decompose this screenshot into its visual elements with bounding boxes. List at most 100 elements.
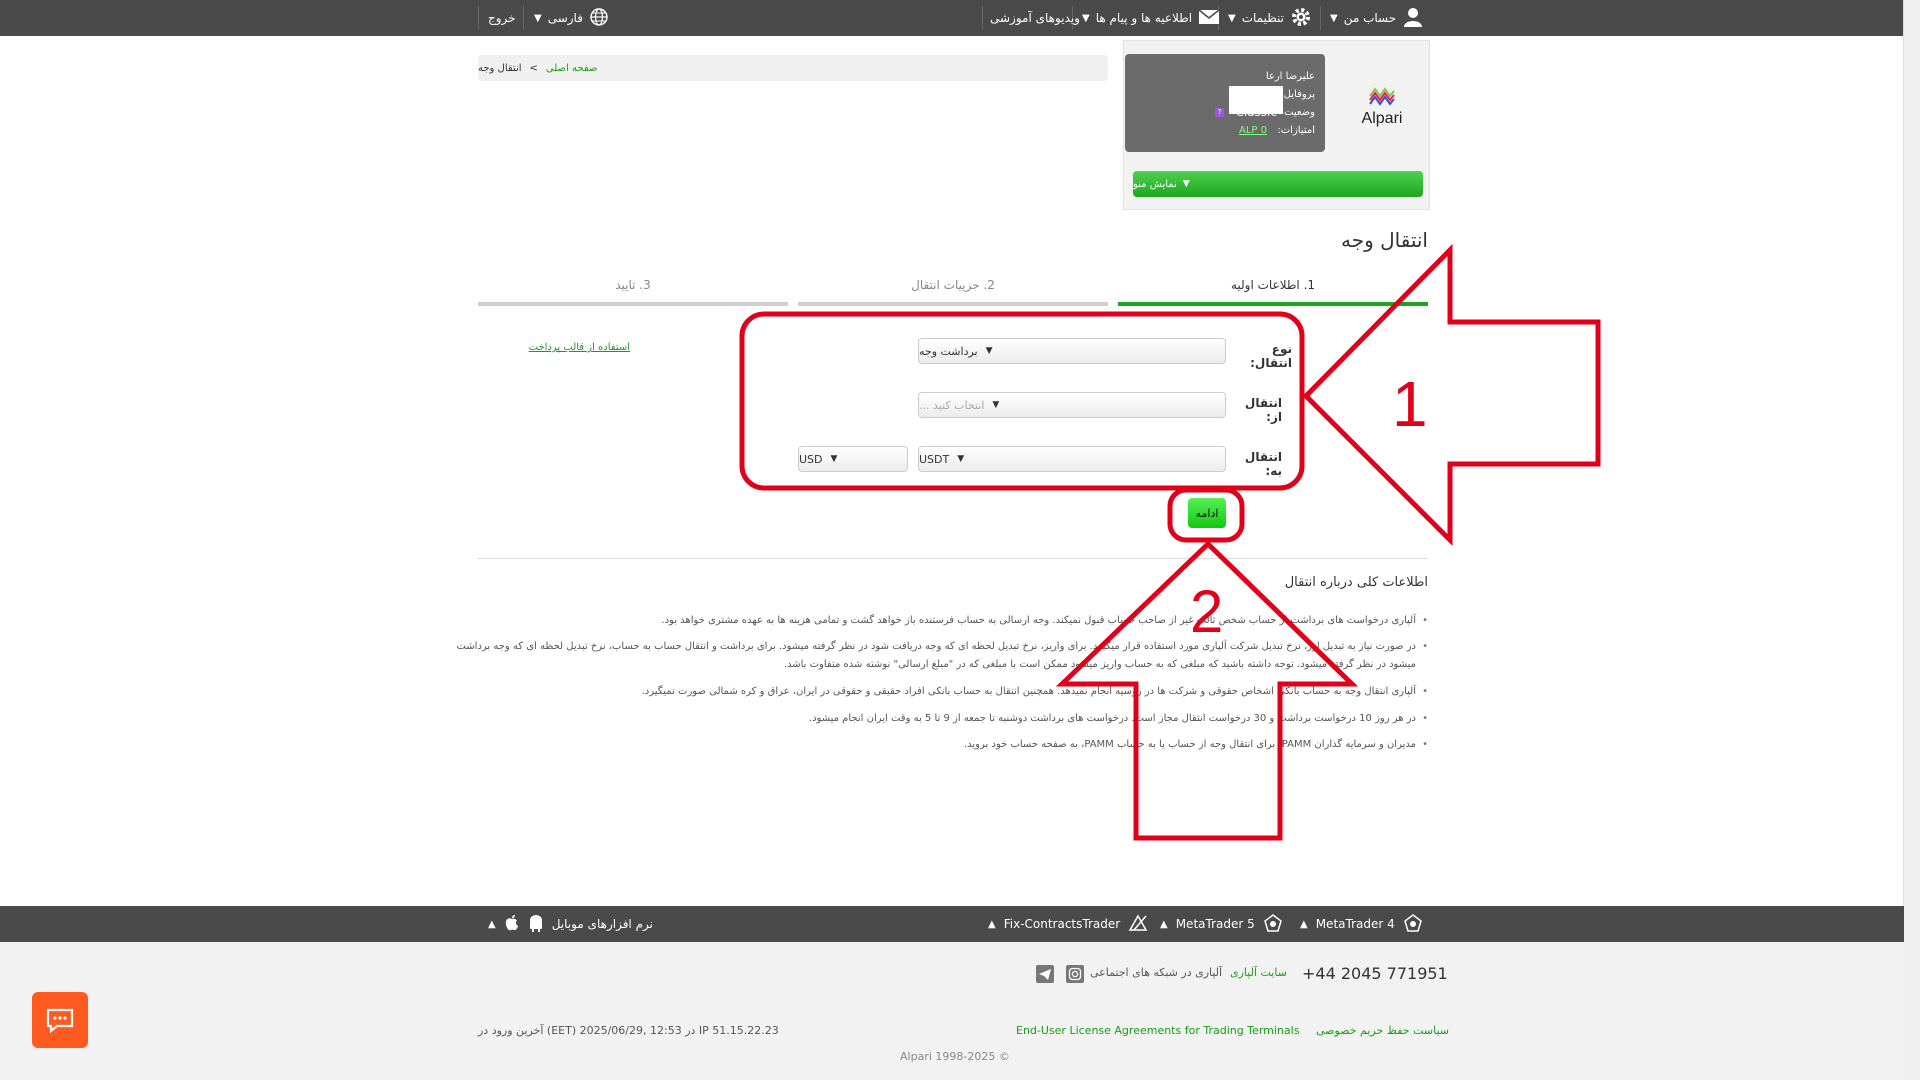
chat-icon [46,1008,74,1033]
points-label: امتیازات: [1277,125,1315,136]
eula-link[interactable]: End-User License Agreements for Trading … [1016,1024,1299,1037]
info-item: آلپاری انتقال وجه به حساب بانکی اشخاص حق… [642,683,1429,701]
metatrader4-menu[interactable]: MetaTrader 4 ▲ [1300,906,1423,942]
breadcrumb-separator: > [529,62,538,74]
tab-transfer-details-indicator [798,302,1108,306]
breadcrumb-current: انتقال وجه [478,62,522,74]
language-label: فارسی [547,11,583,25]
alpari-logo-text: Alpari [1361,110,1403,127]
chevron-down-icon: ▼ [985,346,993,356]
fix-trader-label: Fix-ContractsTrader [1003,917,1121,931]
metatrader5-label: MetaTrader 5 [1175,917,1255,931]
logout-link[interactable]: خروج [488,0,516,36]
chevron-down-icon: ▼ [1082,12,1090,24]
support-phone[interactable]: +44 2045 771951 [1302,964,1448,983]
status-label: وضعیت [1284,107,1315,118]
breadcrumb: صفحه اصلی > انتقال وجه [478,55,1108,81]
user-icon [1402,6,1424,31]
chevron-up-icon: ▲ [1160,918,1168,930]
transfer-from-label: انتقال از: [1244,396,1282,424]
chevron-up-icon: ▲ [488,918,496,930]
divider [523,6,524,30]
tab-confirm-indicator [478,302,788,306]
info-item-continuation: میشود در نظر گرفته میشود. توجه داشته باش… [783,659,1416,670]
chevron-down-icon: ▼ [992,400,1000,410]
last-login-info: آخرین ورود در (EET) در 12:53 ,2025/06/29… [478,1024,779,1037]
chevron-down-icon: ▼ [1228,12,1236,24]
metatrader5-menu[interactable]: MetaTrader 5 ▲ [1160,906,1283,942]
page-title: انتقال وجه [1340,228,1428,252]
mobile-apps-menu[interactable]: نرم افزارهای موبایل ▲ [488,906,653,942]
tutorial-videos-link[interactable]: ویدیوهای آموزشی [990,0,1080,36]
profile-label: پروفایل [1283,89,1315,100]
info-item: مدیران و سرمایه گذاران PAMM: برای انتقال… [964,736,1428,754]
gear-icon [1290,6,1312,31]
platforms-bar [0,906,1904,942]
logout-label: خروج [488,11,516,25]
chevron-up-icon: ▲ [988,918,996,930]
transfer-type-select[interactable]: ▼ برداشت وجه [918,338,1226,364]
breadcrumb-home-link[interactable]: صفحه اصلی [546,63,597,74]
transfer-to-label: انتقال به: [1244,450,1282,478]
android-icon [528,914,544,935]
profile-name: علیرضا ارعا [1265,71,1315,82]
settings-menu[interactable]: تنظیمات ▼ [1228,0,1312,36]
settings-label: تنظیمات [1241,11,1285,25]
show-menu-button[interactable]: ▼ نمایش منو [1133,171,1423,197]
points-link[interactable]: ALP 0 [1239,125,1267,136]
transfer-type-label: نوع انتقال: [1250,342,1292,370]
top-navigation-bar [0,0,1904,36]
currency-value: USD [799,452,823,466]
currency-select[interactable]: ▼ USD [798,446,908,472]
language-selector[interactable]: فارسی ▼ [534,0,609,36]
notifications-menu[interactable]: اطلاعیه ها و پیام ها ▼ [1082,0,1220,36]
info-title: اطلاعات کلی درباره انتقال [1284,575,1428,590]
info-item: در صورت نیاز به تبدیل ارز، نرخ تبدیل شرک… [456,638,1427,656]
alpari-logo[interactable]: Alpari [1357,84,1407,128]
mobile-apps-label: نرم افزارهای موبایل [551,917,653,931]
videos-label: ویدیوهای آموزشی [990,11,1080,25]
chevron-down-icon: ▼ [957,454,965,464]
transfer-to-value: USDT [919,452,950,466]
section-divider [478,558,1428,559]
chat-button[interactable] [32,992,88,1048]
account-label: حساب من [1343,11,1397,25]
chevron-up-icon: ▲ [1300,918,1308,930]
continue-button[interactable]: ادامه [1188,498,1226,528]
transfer-from-select[interactable]: ▼ انتخاب کنید ... [918,392,1226,418]
chevron-down-icon: ▼ [830,454,838,464]
help-icon[interactable]: ? [1215,108,1224,117]
transfer-to-select[interactable]: ▼ USDT [918,446,1226,472]
divider [478,6,479,30]
tab-initial-info-indicator [1118,302,1428,306]
chevron-down-icon: ▼ [1182,179,1190,189]
social-networks-label: آلپاری در شبکه های اجتماعی [1090,966,1223,979]
alpari-logo-icon [1369,87,1395,106]
metatrader4-label: MetaTrader 4 [1315,917,1395,931]
transfer-type-value: برداشت وجه [919,344,978,358]
globe-icon [589,7,609,30]
info-item: در هر روز 10 درخواست برداشت و 30 درخواست… [809,710,1428,728]
metatrader-icon [1263,913,1283,936]
envelope-icon [1198,8,1220,29]
annotation-label-1: 1 [1392,368,1428,440]
page-scrollbar[interactable] [1903,0,1920,1080]
profile-details: علیرضا ارعا پروفایل وضعیت Classic ? امتی… [1125,54,1325,152]
telegram-icon[interactable] [1036,965,1054,983]
transfer-from-placeholder: انتخاب کنید ... [919,398,985,412]
divider [982,6,983,30]
show-menu-label: نمایش منو [1133,178,1177,190]
metatrader-icon [1403,913,1423,936]
fix-contracts-trader-menu[interactable]: Fix-ContractsTrader ▲ [988,906,1148,942]
chevron-down-icon: ▼ [1330,12,1338,24]
use-payment-template-link[interactable]: استفاده از قالب پرداخت [490,342,630,353]
privacy-policy-link[interactable]: سیاست حفظ حریم خصوصی [1316,1024,1449,1037]
alpari-site-link[interactable]: سایت آلپاری [1230,966,1287,979]
fix-trader-icon [1128,913,1148,935]
apple-icon [504,914,520,935]
copyright: Alpari 1998-2025 © [900,1050,1010,1063]
notifications-label: اطلاعیه ها و پیام ها [1095,11,1193,25]
instagram-icon[interactable] [1066,965,1084,983]
info-item: آلپاری درخواست های برداشت از حساب شخص ثا… [661,612,1427,630]
account-menu[interactable]: حساب من ▼ [1330,0,1424,36]
